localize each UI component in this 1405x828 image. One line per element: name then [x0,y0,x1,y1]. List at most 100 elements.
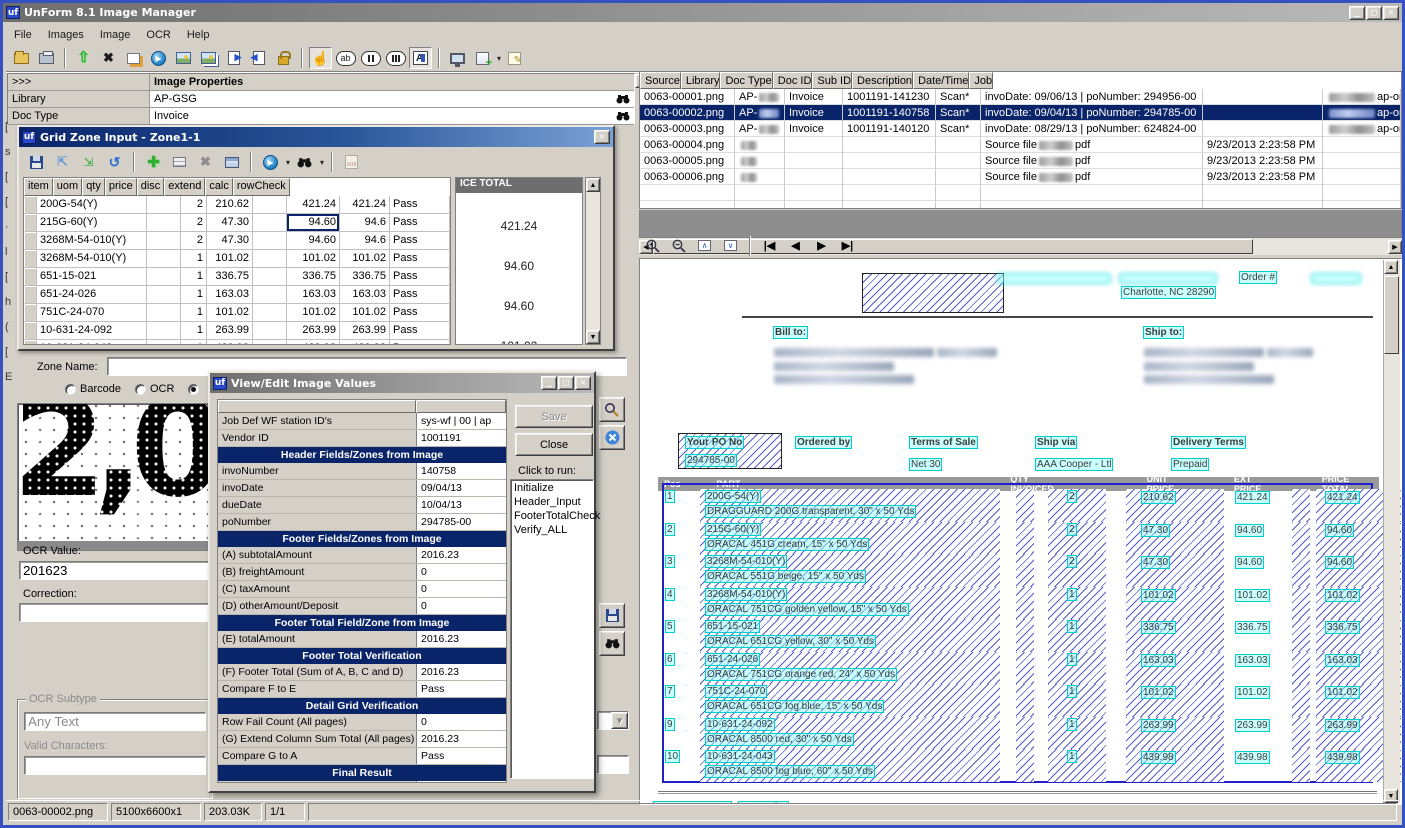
zone-image-pane[interactable]: ICE TOTAL 421.2494.6094.60101.02 [455,177,583,345]
row-selector[interactable] [24,196,37,214]
grid-row[interactable]: 3268M-54-010(Y) 2 47.30 94.60 94.6 Pass [24,232,450,250]
cell-job[interactable] [1323,137,1401,153]
cell-subid[interactable] [936,153,981,169]
menu-item[interactable]: Image [92,27,139,43]
cell-doctype[interactable]: Invoice [785,89,843,105]
row-selector[interactable] [24,268,37,286]
file-row[interactable]: 0063-00002.png AP- Invoice 1001191-14075… [640,105,1401,121]
export-layers-icon[interactable] [122,47,145,69]
close-button[interactable]: Close [515,433,593,456]
file-row[interactable]: 0063-00004.png Source filepdf 9/23/2013 … [640,137,1401,153]
cell-description[interactable]: Source filepdf [981,137,1203,153]
cell-doctype[interactable] [785,153,843,169]
row-selector[interactable] [24,322,37,340]
field-value[interactable]: sys-wf | 00 | ap [416,413,506,429]
cell-extend[interactable]: 101.02 [287,250,340,268]
scroll-up-icon[interactable]: ▲ [586,178,600,192]
run-list-item[interactable]: Header_Input [514,496,593,510]
file-row[interactable]: 0063-00003.png AP- Invoice 1001191-14012… [640,121,1401,137]
display-settings-icon[interactable] [446,47,469,69]
cell-rowcheck[interactable]: Pass [390,322,450,340]
cell-calc[interactable]: 101.02 [340,304,390,322]
subtype-dropdown-icon[interactable]: ▾ [611,712,628,729]
document-preview[interactable]: Order # Charlotte, NC 28290 Bill to: Shi… [639,258,1402,805]
cell-disc[interactable] [253,196,287,214]
cell-docid[interactable] [843,137,936,153]
cell-rowcheck[interactable]: Pass [390,304,450,322]
preview-scrollbar[interactable]: ▲ ▼ [1383,260,1400,803]
cell-extend[interactable]: 439.98 [287,340,340,345]
row-selector[interactable] [24,214,37,232]
grid-column-header[interactable]: uom [53,178,82,196]
cell-source[interactable]: 0063-00002.png [640,105,735,121]
grid-column-header[interactable]: item [24,178,53,196]
cell-source[interactable]: 0063-00001.png [640,89,735,105]
cell-price[interactable]: 163.03 [207,286,253,304]
cell-extend[interactable]: 421.24 [287,196,340,214]
cell-rowcheck[interactable]: Pass [390,340,450,345]
zoom-zone-icon[interactable] [599,397,625,422]
find-zone-icon[interactable] [599,631,625,656]
cell-extend[interactable]: 263.99 [287,322,340,340]
grid-row[interactable]: 651-15-021 1 336.75 336.75 336.75 Pass [24,268,450,286]
prev-page-icon[interactable]: ◀ [247,47,270,69]
field-value[interactable]: 0 [416,714,506,730]
run-list-item[interactable]: Initialize [514,482,593,496]
move-up-icon[interactable]: ⇧ [72,47,95,69]
cell-source[interactable]: 0063-00004.png [640,137,735,153]
field-value[interactable]: 2016.23 [416,547,506,563]
images-stack-icon[interactable] [197,47,220,69]
cell-item[interactable]: 3268M-54-010(Y) [37,250,147,268]
lookup-binoculars-icon[interactable] [612,91,634,107]
cell-qty[interactable]: 2 [181,214,207,232]
cell-rowcheck[interactable]: Pass [390,286,450,304]
cell-disc[interactable] [253,286,287,304]
insert-row-icon[interactable] [168,151,191,173]
cell-item[interactable]: 200G-54(Y) [37,196,147,214]
cell-price[interactable]: 101.02 [207,304,253,322]
xml-export-icon[interactable]: xml [340,151,363,173]
cell-item[interactable]: 10-631-24-043 [37,340,147,345]
cell-calc[interactable]: 94.6 [340,232,390,250]
field-value[interactable]: Pass [416,781,506,783]
grid-column-header[interactable]: disc [137,178,165,196]
field-value[interactable]: 294785-00 [416,514,506,530]
cell-library[interactable]: AP- [735,89,785,105]
files-column-header[interactable]: Date/Time [913,72,969,89]
lock-icon[interactable] [272,47,295,69]
cell-price[interactable]: 47.30 [207,214,253,232]
cell-rowcheck[interactable]: Pass [390,232,450,250]
open-folder-icon[interactable] [10,47,33,69]
cell-docid[interactable] [843,153,936,169]
cell-library[interactable]: AP- [735,121,785,137]
grid-row[interactable]: 3268M-54-010(Y) 1 101.02 101.02 101.02 P… [24,250,450,268]
cell-job[interactable] [1323,153,1401,169]
minimize-icon[interactable]: _ [541,376,557,390]
grid-row[interactable]: 651-24-026 1 163.03 163.03 163.03 Pass [24,286,450,304]
cell-calc[interactable]: 163.03 [340,286,390,304]
add-grid-dropdown[interactable]: ▾ [497,54,501,63]
cell-price[interactable]: 47.30 [207,232,253,250]
minimize-button[interactable]: _ [1349,6,1365,20]
text-line-zone-icon[interactable]: A [409,47,432,69]
next-page-icon[interactable]: ▶ [810,235,833,257]
grid-row[interactable]: 751C-24-070 1 101.02 101.02 101.02 Pass [24,304,450,322]
field-value[interactable]: Pass [416,748,506,764]
cell-extend[interactable]: 163.03 [287,286,340,304]
add-grid-icon[interactable] [471,47,494,69]
cell-doctype[interactable]: Invoice [785,121,843,137]
cell-docid[interactable]: 1001191-141230 [843,89,936,105]
cell-library[interactable] [735,153,785,169]
field-value[interactable]: 2016.23 [416,631,506,647]
check-in-icon[interactable]: ⇱ [51,151,74,173]
file-row[interactable]: 0063-00001.png AP- Invoice 1001191-14123… [640,89,1401,105]
save-button[interactable]: Save [515,405,593,428]
pause-zone-icon[interactable] [359,47,382,69]
row-selector[interactable] [24,250,37,268]
file-row[interactable]: 0063-00006.png Source filepdf 9/23/2013 … [640,169,1401,185]
field-value[interactable]: 09/04/13 [416,480,506,496]
title-bar[interactable]: uf UnForm 8.1 Image Manager _ □ ✕ [3,3,1402,22]
property-value[interactable]: Invoice [150,108,612,124]
cell-qty[interactable]: 1 [181,322,207,340]
cell-subid[interactable]: Scan* [936,89,981,105]
